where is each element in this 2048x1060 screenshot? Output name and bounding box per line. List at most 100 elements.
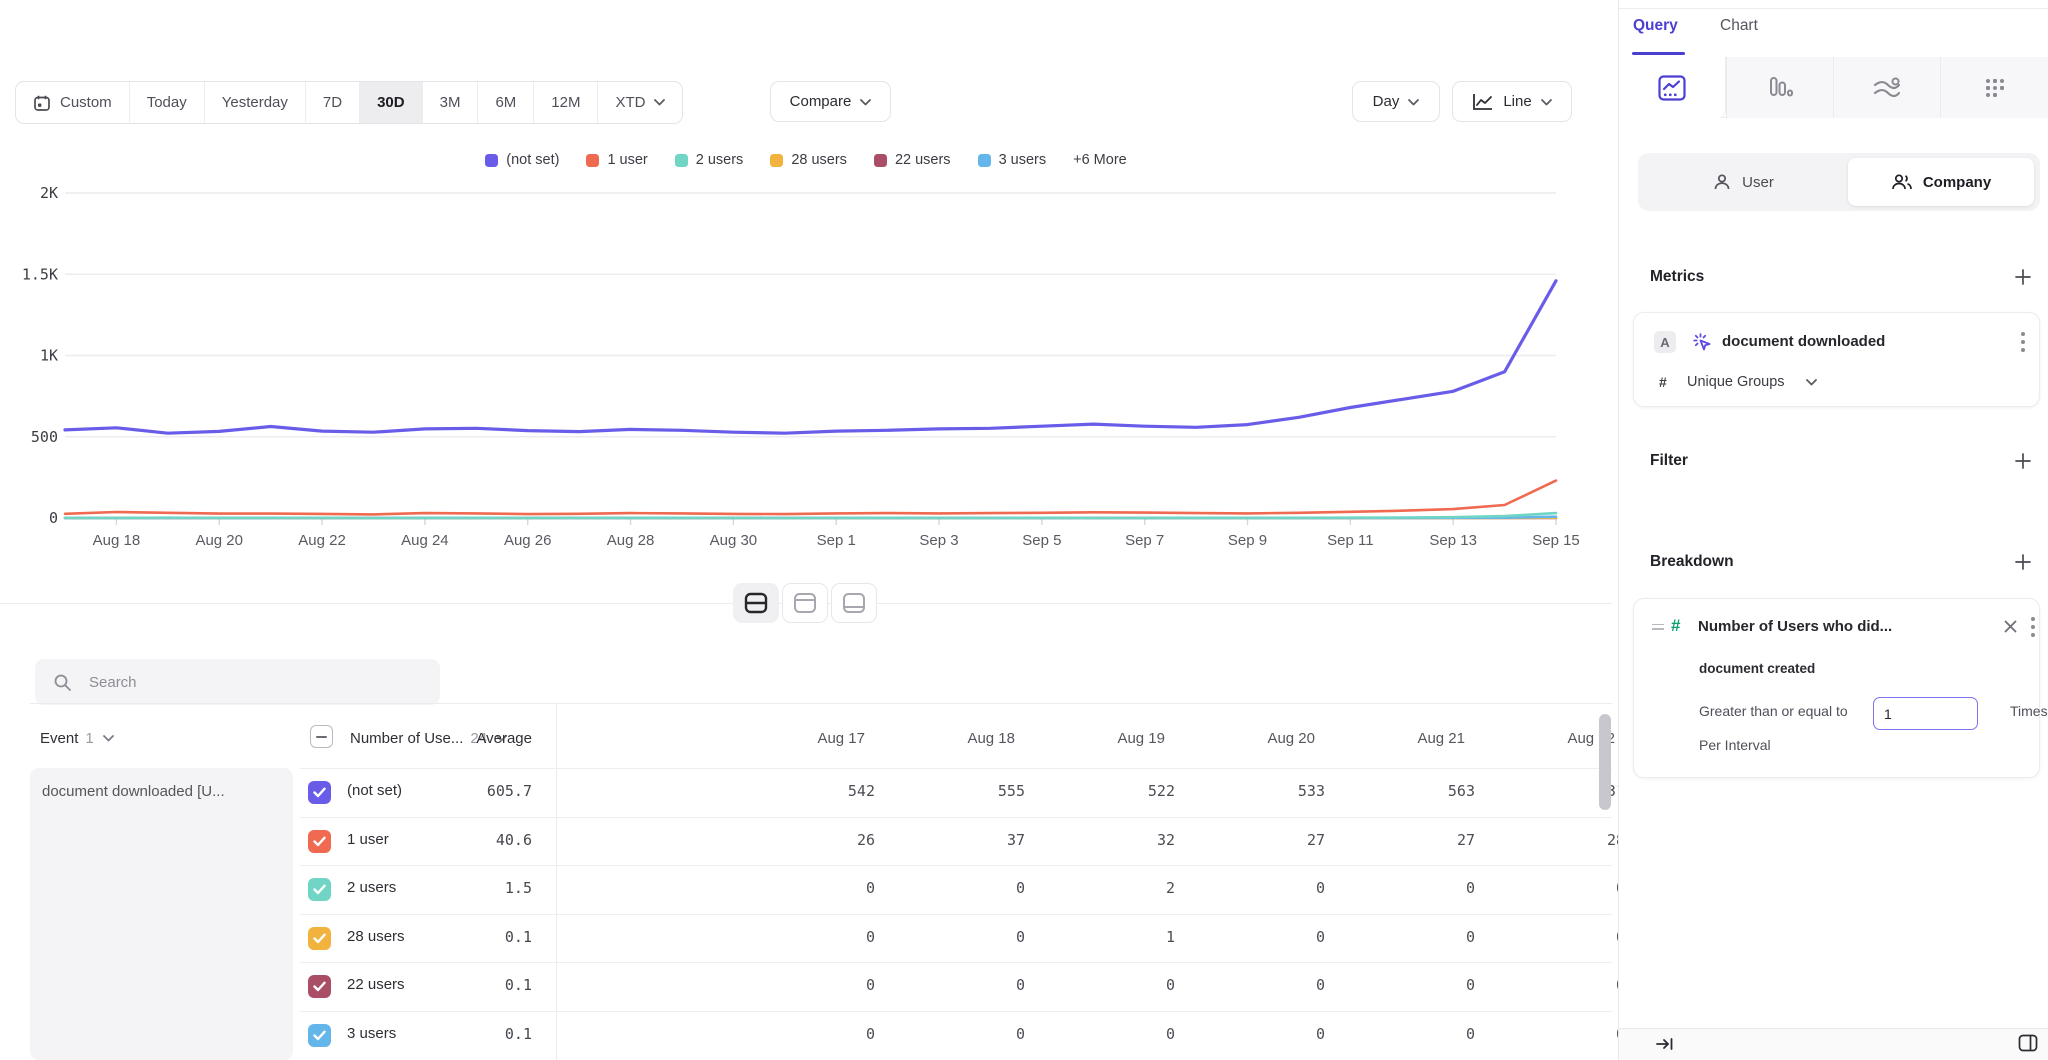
drag-handle-icon[interactable]	[1652, 621, 1664, 632]
chart-type-grid[interactable]	[1940, 57, 2048, 118]
average-header-label: Average	[476, 730, 532, 747]
metric-event-name[interactable]: document downloaded	[1722, 333, 1885, 350]
chart-type-line[interactable]	[1619, 57, 1726, 118]
row-divider	[300, 962, 1612, 963]
range-xtd-button[interactable]: XTD	[598, 82, 682, 123]
check-icon	[313, 884, 326, 895]
series-checkbox[interactable]	[308, 975, 331, 998]
layout-split-button[interactable]	[733, 583, 779, 623]
line-chart[interactable]: 05001K1.5K2KAug 18Aug 20Aug 22Aug 24Aug …	[0, 140, 1612, 570]
interval-button[interactable]: Day	[1352, 81, 1440, 122]
range-3m-button[interactable]: 3M	[423, 82, 479, 123]
search-input[interactable]	[87, 673, 411, 692]
series-line[interactable]	[65, 281, 1556, 433]
cell-value: 522	[1053, 782, 1203, 800]
layout-toggle	[733, 583, 877, 623]
measure-label[interactable]: Unique Groups	[1687, 374, 1785, 390]
measure-hash: #	[1659, 374, 1667, 390]
range-30d-button[interactable]: 30D	[360, 82, 423, 123]
compare-button[interactable]: Compare	[770, 81, 891, 122]
cell-value: 0	[1353, 928, 1503, 946]
scope-company-button[interactable]: Company	[1848, 158, 2034, 206]
search-bar[interactable]	[35, 659, 440, 705]
y-axis-tick: 0	[49, 509, 58, 527]
range-today-button[interactable]: Today	[130, 82, 205, 123]
metric-card[interactable]: A document downloaded # Unique Groups	[1633, 312, 2040, 407]
event-click-icon	[1691, 331, 1713, 353]
toggle-sidebar-button[interactable]	[2018, 1034, 2038, 1052]
active-tab-underline	[1632, 52, 1685, 55]
breakdown-value-input[interactable]	[1873, 697, 1978, 730]
range-yesterday-button[interactable]: Yesterday	[205, 82, 306, 123]
event-column-header[interactable]: Event 1	[40, 722, 114, 754]
scope-toggle: User Company	[1638, 153, 2040, 211]
company-label: Company	[1923, 174, 1991, 191]
group-select-all-checkbox[interactable]	[310, 725, 333, 748]
breakdown-condition[interactable]: Greater than or equal to	[1699, 703, 1848, 719]
cell-value: 0	[903, 879, 1053, 897]
range-custom-button[interactable]: Custom	[16, 82, 130, 123]
date-column-header[interactable]: Aug 17	[753, 722, 903, 754]
date-column-header[interactable]: Aug 21	[1353, 722, 1503, 754]
series-line[interactable]	[65, 481, 1556, 515]
range-label: XTD	[615, 94, 645, 111]
date-column-header[interactable]: Aug 19	[1053, 722, 1203, 754]
layout-top-button[interactable]	[782, 583, 828, 623]
date-column-header[interactable]: Aug 18	[903, 722, 1053, 754]
range-label: Today	[147, 94, 187, 111]
add-filter-button[interactable]	[2014, 452, 2032, 470]
main-area: Custom Today Yesterday 7D 30D 3M 6M12M XTD Comp…	[0, 0, 1612, 1060]
range-7d-button[interactable]: 7D	[306, 82, 360, 123]
layout-bottom-button[interactable]	[831, 583, 877, 623]
average-value: 0.1	[420, 928, 532, 946]
x-axis-tick: Sep 1	[817, 532, 856, 549]
cell-value: 0	[1053, 1025, 1203, 1043]
range-label: 7D	[323, 94, 342, 111]
check-icon	[313, 787, 326, 798]
series-checkbox[interactable]	[308, 781, 331, 804]
breakdown-unit: Times	[2010, 703, 2048, 719]
series-checkbox[interactable]	[308, 830, 331, 853]
breakdown-menu-button[interactable]	[2030, 615, 2036, 639]
cell-value: 0	[903, 976, 1053, 994]
breakdown-card[interactable]: # Number of Users who did... document cr…	[1633, 598, 2040, 778]
cell-value: 0	[1353, 1025, 1503, 1043]
cell-value: 0	[1053, 976, 1203, 994]
tab-chart[interactable]: Chart	[1720, 17, 1758, 35]
date-column-header[interactable]: Aug 20	[1203, 722, 1353, 754]
breakdown-per-interval[interactable]: Per Interval	[1699, 737, 1771, 753]
series-checkbox[interactable]	[308, 927, 331, 950]
row-divider	[300, 817, 1612, 818]
range-label: 3M	[440, 94, 461, 111]
series-checkbox[interactable]	[308, 1024, 331, 1047]
scope-user-button[interactable]: User	[1646, 158, 1840, 206]
breakdown-event[interactable]: document created	[1699, 661, 1815, 676]
cell-value: 37	[903, 831, 1053, 849]
collapse-panel-button[interactable]	[1655, 1036, 1675, 1052]
chart-type-bar[interactable]	[1726, 57, 1833, 118]
vertical-scrollbar[interactable]	[1599, 714, 1611, 810]
x-axis-tick: Sep 15	[1532, 532, 1580, 549]
cell-value: 533	[1203, 782, 1353, 800]
chart-type-button[interactable]: Line	[1452, 81, 1572, 122]
range-label: Yesterday	[222, 94, 288, 111]
check-icon	[313, 933, 326, 944]
metric-menu-button[interactable]	[2020, 330, 2026, 354]
series-checkbox[interactable]	[308, 878, 331, 901]
add-metric-button[interactable]	[2014, 268, 2032, 286]
chevron-down-icon	[103, 735, 114, 742]
breakdown-close-button[interactable]	[2004, 620, 2017, 633]
chart-type-label: Line	[1503, 93, 1531, 110]
row-divider	[300, 865, 1612, 866]
average-column-header[interactable]: Average	[420, 722, 532, 754]
range-6m-button[interactable]: 6M	[478, 82, 534, 123]
user-label: User	[1742, 174, 1774, 191]
chart-type-flow[interactable]	[1833, 57, 1940, 118]
tab-query[interactable]: Query	[1633, 17, 1678, 35]
row-divider	[300, 914, 1612, 915]
range-12m-button[interactable]: 12M	[534, 82, 598, 123]
panel-footer	[1619, 1028, 2048, 1060]
x-axis-tick: Aug 28	[607, 532, 655, 549]
chevron-down-icon	[1541, 93, 1552, 110]
add-breakdown-button[interactable]	[2014, 553, 2032, 571]
